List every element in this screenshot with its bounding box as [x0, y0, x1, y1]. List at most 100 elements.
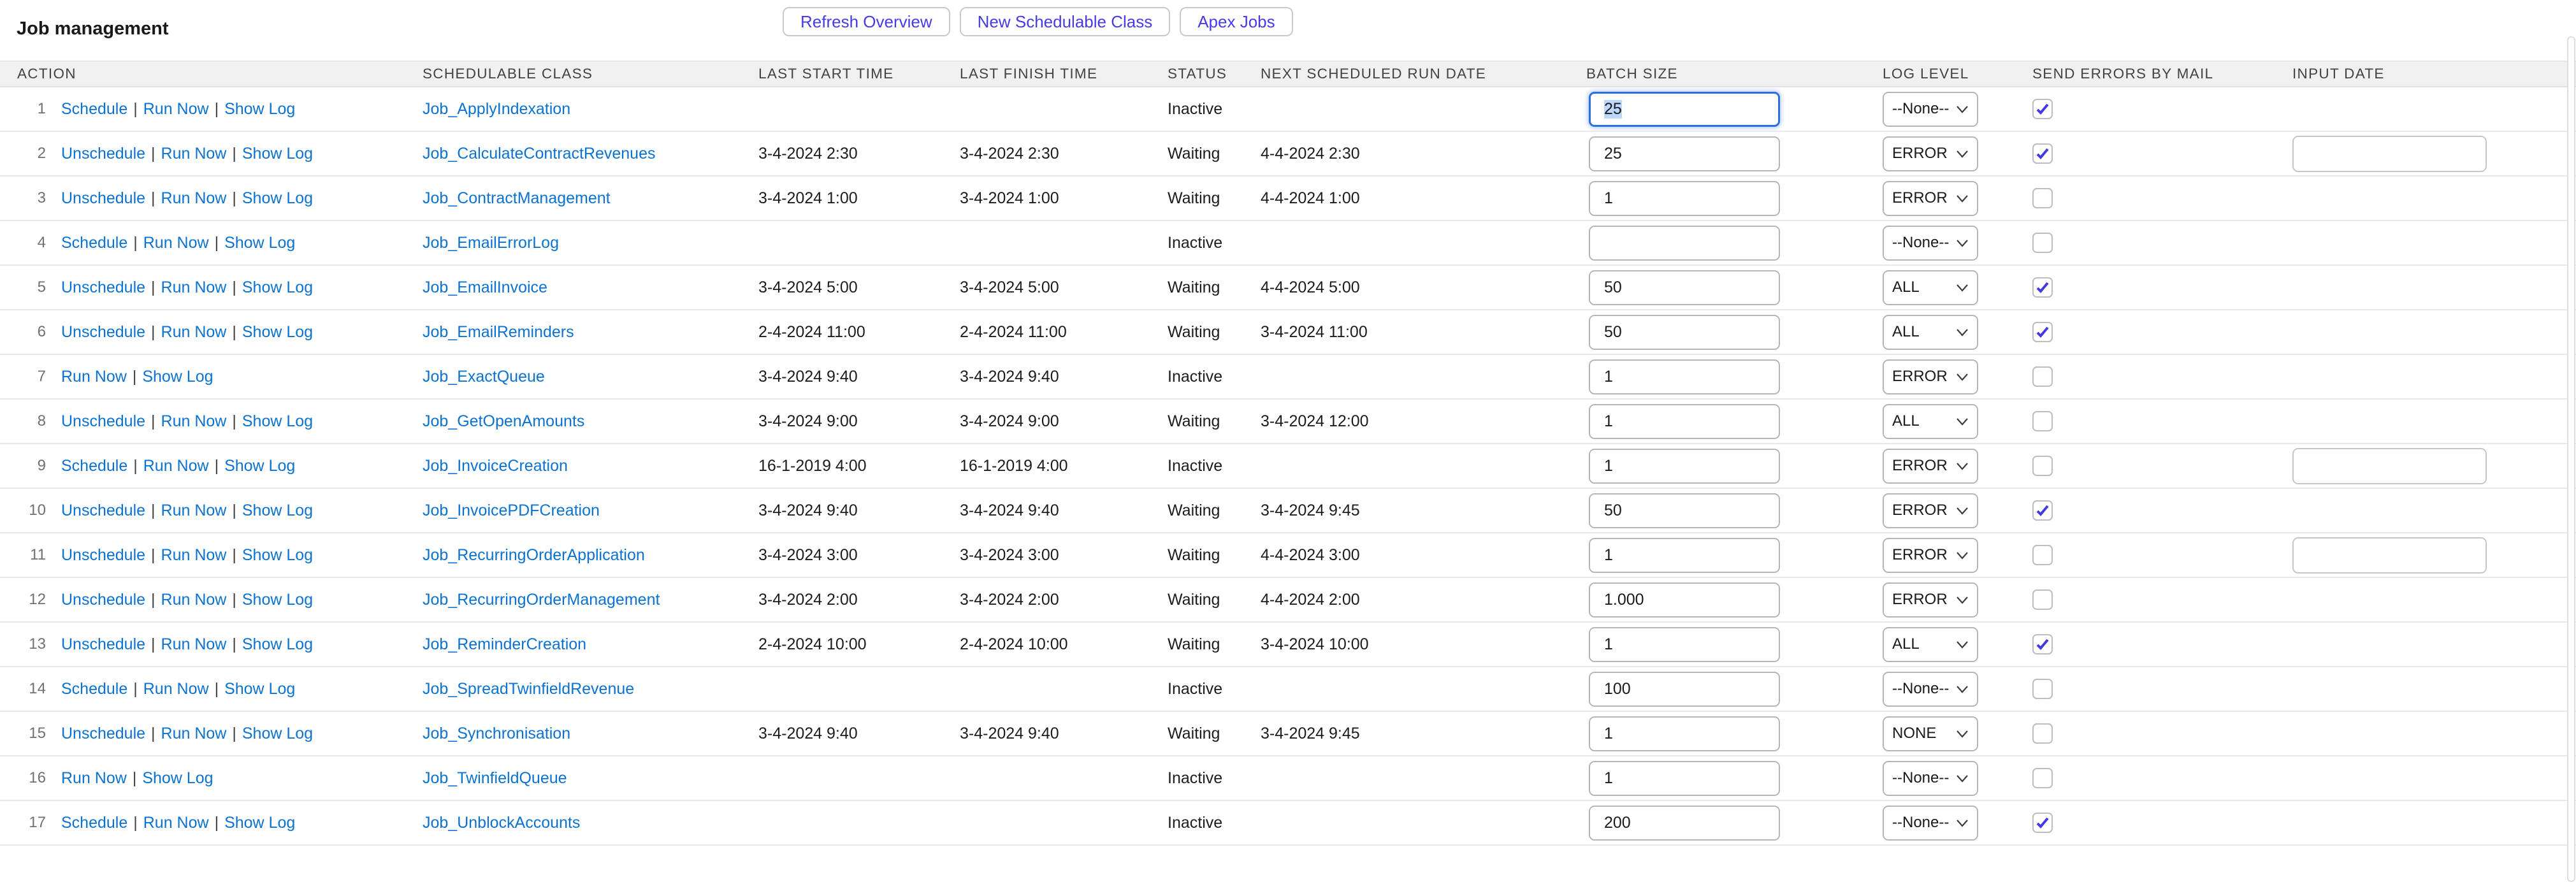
action-link-show-log[interactable]: Show Log: [224, 457, 295, 475]
action-link-schedule[interactable]: Schedule: [61, 814, 127, 832]
action-link-run-now[interactable]: Run Now: [143, 100, 209, 118]
log-level-select[interactable]: --None--: [1883, 226, 1978, 261]
schedulable-class-link[interactable]: Job_InvoiceCreation: [423, 457, 568, 475]
input-date-field[interactable]: [2292, 537, 2487, 574]
batch-size-input[interactable]: 1: [1589, 449, 1780, 484]
batch-size-input[interactable]: 50: [1589, 315, 1780, 350]
send-errors-checkbox[interactable]: [2032, 411, 2053, 431]
batch-size-input[interactable]: [1589, 226, 1780, 261]
schedulable-class-link[interactable]: Job_GetOpenAmounts: [423, 412, 584, 430]
input-date-field[interactable]: [2292, 136, 2487, 172]
action-link-run-now[interactable]: Run Now: [161, 278, 227, 296]
action-link-schedule[interactable]: Schedule: [61, 100, 127, 118]
action-link-schedule[interactable]: Schedule: [61, 457, 127, 475]
vertical-scrollbar[interactable]: [2567, 36, 2575, 882]
action-link-show-log[interactable]: Show Log: [142, 769, 213, 787]
action-link-show-log[interactable]: Show Log: [242, 278, 313, 296]
action-link-show-log[interactable]: Show Log: [242, 323, 313, 341]
send-errors-checkbox[interactable]: [2032, 679, 2053, 699]
batch-size-input[interactable]: 25: [1589, 136, 1780, 171]
action-link-schedule[interactable]: Schedule: [61, 680, 127, 698]
action-link-unschedule[interactable]: Unschedule: [61, 725, 145, 742]
send-errors-checkbox[interactable]: [2032, 322, 2053, 342]
action-link-unschedule[interactable]: Unschedule: [61, 635, 145, 653]
schedulable-class-link[interactable]: Job_InvoicePDFCreation: [423, 502, 600, 519]
action-link-run-now[interactable]: Run Now: [61, 368, 127, 386]
log-level-select[interactable]: ERROR: [1883, 493, 1978, 528]
action-link-run-now[interactable]: Run Now: [143, 457, 209, 475]
log-level-select[interactable]: ALL: [1883, 315, 1978, 350]
action-link-show-log[interactable]: Show Log: [224, 814, 295, 832]
action-link-unschedule[interactable]: Unschedule: [61, 189, 145, 207]
send-errors-checkbox[interactable]: [2032, 99, 2053, 119]
schedulable-class-link[interactable]: Job_ExactQueue: [423, 368, 545, 386]
log-level-select[interactable]: NONE: [1883, 716, 1978, 751]
action-link-run-now[interactable]: Run Now: [161, 323, 227, 341]
batch-size-input[interactable]: 50: [1589, 270, 1780, 305]
action-link-run-now[interactable]: Run Now: [161, 502, 227, 519]
log-level-select[interactable]: ERROR: [1883, 449, 1978, 484]
action-link-run-now[interactable]: Run Now: [161, 725, 227, 742]
batch-size-input[interactable]: 1: [1589, 627, 1780, 662]
log-level-select[interactable]: --None--: [1883, 92, 1978, 127]
log-level-select[interactable]: --None--: [1883, 806, 1978, 841]
action-link-run-now[interactable]: Run Now: [161, 546, 227, 564]
action-link-show-log[interactable]: Show Log: [242, 145, 313, 163]
batch-size-input[interactable]: 25: [1589, 92, 1780, 127]
action-link-unschedule[interactable]: Unschedule: [61, 412, 145, 430]
send-errors-checkbox[interactable]: [2032, 500, 2053, 521]
action-link-show-log[interactable]: Show Log: [142, 368, 213, 386]
action-link-run-now[interactable]: Run Now: [143, 234, 209, 252]
batch-size-input[interactable]: 100: [1589, 672, 1780, 707]
send-errors-checkbox[interactable]: [2032, 188, 2053, 208]
action-link-run-now[interactable]: Run Now: [161, 145, 227, 163]
action-link-show-log[interactable]: Show Log: [242, 546, 313, 564]
action-link-unschedule[interactable]: Unschedule: [61, 278, 145, 296]
schedulable-class-link[interactable]: Job_EmailInvoice: [423, 278, 547, 296]
batch-size-input[interactable]: 1: [1589, 359, 1780, 394]
action-link-run-now[interactable]: Run Now: [161, 635, 227, 653]
action-link-show-log[interactable]: Show Log: [224, 100, 295, 118]
log-level-select[interactable]: ERROR: [1883, 538, 1978, 573]
input-date-field[interactable]: [2292, 448, 2487, 484]
action-link-show-log[interactable]: Show Log: [242, 635, 313, 653]
send-errors-checkbox[interactable]: [2032, 456, 2053, 476]
action-link-run-now[interactable]: Run Now: [161, 412, 227, 430]
schedulable-class-link[interactable]: Job_ReminderCreation: [423, 635, 586, 653]
action-link-show-log[interactable]: Show Log: [242, 189, 313, 207]
action-link-schedule[interactable]: Schedule: [61, 234, 127, 252]
log-level-select[interactable]: --None--: [1883, 761, 1978, 796]
action-link-show-log[interactable]: Show Log: [224, 234, 295, 252]
schedulable-class-link[interactable]: Job_UnblockAccounts: [423, 814, 580, 832]
schedulable-class-link[interactable]: Job_EmailReminders: [423, 323, 574, 341]
log-level-select[interactable]: ERROR: [1883, 582, 1978, 618]
send-errors-checkbox[interactable]: [2032, 768, 2053, 788]
send-errors-checkbox[interactable]: [2032, 143, 2053, 164]
action-link-show-log[interactable]: Show Log: [242, 591, 313, 609]
schedulable-class-link[interactable]: Job_ContractManagement: [423, 189, 611, 207]
action-link-unschedule[interactable]: Unschedule: [61, 546, 145, 564]
send-errors-checkbox[interactable]: [2032, 589, 2053, 610]
action-link-unschedule[interactable]: Unschedule: [61, 323, 145, 341]
batch-size-input[interactable]: 1.000: [1589, 582, 1780, 618]
action-link-run-now[interactable]: Run Now: [61, 769, 127, 787]
schedulable-class-link[interactable]: Job_TwinfieldQueue: [423, 769, 567, 787]
refresh-overview-button[interactable]: Refresh Overview: [783, 7, 950, 36]
batch-size-input[interactable]: 1: [1589, 716, 1780, 751]
send-errors-checkbox[interactable]: [2032, 366, 2053, 387]
action-link-unschedule[interactable]: Unschedule: [61, 502, 145, 519]
batch-size-input[interactable]: 1: [1589, 181, 1780, 216]
action-link-unschedule[interactable]: Unschedule: [61, 145, 145, 163]
send-errors-checkbox[interactable]: [2032, 634, 2053, 654]
log-level-select[interactable]: ALL: [1883, 627, 1978, 662]
schedulable-class-link[interactable]: Job_SpreadTwinfieldRevenue: [423, 680, 634, 698]
schedulable-class-link[interactable]: Job_EmailErrorLog: [423, 234, 559, 252]
log-level-select[interactable]: ALL: [1883, 270, 1978, 305]
send-errors-checkbox[interactable]: [2032, 545, 2053, 565]
action-link-show-log[interactable]: Show Log: [224, 680, 295, 698]
apex-jobs-button[interactable]: Apex Jobs: [1180, 7, 1292, 36]
action-link-run-now[interactable]: Run Now: [161, 591, 227, 609]
action-link-show-log[interactable]: Show Log: [242, 725, 313, 742]
action-link-run-now[interactable]: Run Now: [143, 814, 209, 832]
batch-size-input[interactable]: 1: [1589, 761, 1780, 796]
